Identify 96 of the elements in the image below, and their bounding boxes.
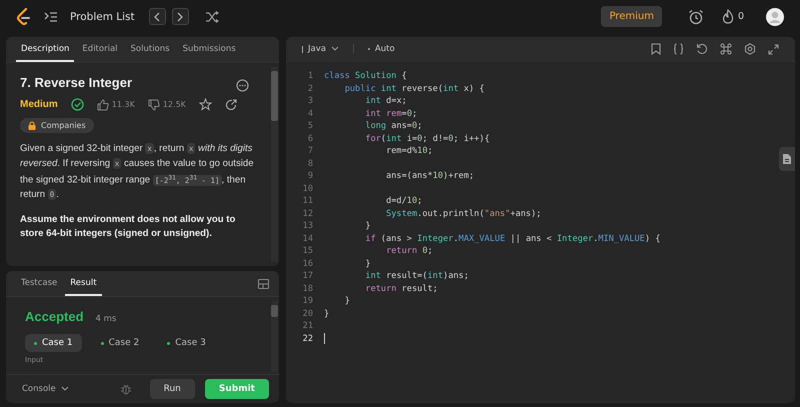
line-number: 4 xyxy=(306,108,313,119)
case-tab[interactable]: Case 2 xyxy=(92,334,148,352)
code-line: d=d/10; xyxy=(385,196,422,206)
code-line: } xyxy=(364,258,371,269)
code-line: int rem=0; xyxy=(364,108,418,119)
code-line: ans=(ans*10)+rem; xyxy=(385,171,474,182)
case-tab[interactable]: Case 3 xyxy=(158,334,215,352)
line-number: 19 xyxy=(302,296,313,306)
dislike-count: 12.5K xyxy=(162,100,186,109)
shuffle-icon[interactable] xyxy=(204,10,219,22)
more-options-icon[interactable] xyxy=(236,79,249,92)
command-key-icon[interactable] xyxy=(720,43,732,55)
code-line: long ans=0; xyxy=(364,121,422,132)
code-line: } xyxy=(344,296,350,306)
document-icon xyxy=(782,153,792,165)
reset-icon[interactable] xyxy=(696,43,708,55)
line-number: 21 xyxy=(302,321,313,332)
line-number: 13 xyxy=(302,221,313,232)
line-number: 14 xyxy=(302,234,313,244)
premium-button[interactable]: Premium xyxy=(601,6,662,27)
previous-button[interactable] xyxy=(148,8,166,25)
star-icon[interactable] xyxy=(198,98,212,111)
language-select[interactable]: Java xyxy=(298,44,343,54)
code-line: } xyxy=(364,221,371,232)
code-line: if (ans > Integer.MAX_VALUE || ans < Integer.MIN_VALUE) { xyxy=(364,234,660,244)
panel-tab[interactable]: Solutions xyxy=(126,37,175,62)
bug-icon[interactable] xyxy=(120,383,132,395)
layout-icon[interactable] xyxy=(258,278,269,288)
braces-icon[interactable] xyxy=(673,43,684,55)
list-icon[interactable] xyxy=(44,10,58,22)
thumbs-up-icon[interactable] xyxy=(96,98,109,110)
line-number: 17 xyxy=(302,271,313,282)
streak-count: 0 xyxy=(738,11,744,22)
auto-mode-toggle[interactable]: Auto xyxy=(364,44,399,54)
code-line: int result=(int)ans; xyxy=(364,271,469,282)
bookmark-icon[interactable] xyxy=(651,43,661,55)
line-number: 1 xyxy=(306,71,313,82)
panel-tab[interactable]: Result xyxy=(65,271,102,296)
avatar-icon[interactable] xyxy=(766,8,784,26)
panel-tab[interactable]: Description xyxy=(16,37,74,62)
scrollbar[interactable] xyxy=(271,67,278,262)
panel-tab[interactable]: Submissions xyxy=(178,37,241,62)
code-line: return result; xyxy=(364,284,438,294)
run-button[interactable]: Run xyxy=(150,379,195,399)
like-count: 11.3K xyxy=(112,100,135,109)
thumbs-down-icon[interactable] xyxy=(148,98,160,110)
panel-tab[interactable]: Editorial xyxy=(77,37,123,62)
line-number: 8 xyxy=(306,158,313,169)
line-number: 6 xyxy=(306,134,313,144)
line-number: 22 xyxy=(302,334,313,344)
line-number: 9 xyxy=(306,171,313,182)
code-line: System.out.println("ans"+ans); xyxy=(385,208,542,219)
code-line: rem=d%10; xyxy=(385,146,433,156)
chevron-down-icon xyxy=(60,386,69,392)
next-button[interactable] xyxy=(172,8,189,25)
line-number: 16 xyxy=(302,258,313,269)
expand-icon[interactable] xyxy=(768,44,779,54)
line-number: 15 xyxy=(302,246,313,256)
chevron-down-icon xyxy=(330,46,339,52)
chevron-left-icon xyxy=(153,12,162,22)
case-tab[interactable]: Case 1 xyxy=(25,334,82,352)
line-number: 10 xyxy=(302,184,313,194)
line-number: 5 xyxy=(306,121,313,132)
solved-check-icon xyxy=(70,98,84,111)
text-cursor xyxy=(324,333,325,344)
logo-icon[interactable] xyxy=(16,8,32,26)
line-number: 7 xyxy=(306,146,313,156)
result-status: Accepted xyxy=(25,309,84,324)
alarm-clock-icon[interactable] xyxy=(688,8,704,24)
constraint-note: Assume the environment does not allow you to store 64-bit integers (signed or unsigned). xyxy=(20,212,236,241)
scrollbar[interactable] xyxy=(271,301,278,372)
settings-icon[interactable] xyxy=(744,43,756,55)
code-line: int d=x; xyxy=(364,96,407,106)
companies-tag[interactable]: Companies xyxy=(20,118,94,133)
chevron-right-icon xyxy=(176,12,184,22)
share-icon[interactable] xyxy=(224,98,237,110)
difficulty-label: Medium xyxy=(20,99,58,110)
line-number: 18 xyxy=(302,284,313,294)
line-number: 3 xyxy=(306,96,313,106)
line-number: 2 xyxy=(306,84,313,94)
code-line: return 0; xyxy=(385,246,433,256)
code-line: } xyxy=(324,308,330,319)
problem-list-link[interactable]: Problem List xyxy=(70,10,135,22)
lock-icon xyxy=(28,121,36,130)
flame-icon[interactable] xyxy=(722,9,734,24)
line-number: 11 xyxy=(302,196,313,206)
problem-title: 7. Reverse Integer xyxy=(20,75,132,90)
line-number: 12 xyxy=(302,208,313,219)
notes-tab[interactable] xyxy=(779,147,795,171)
console-toggle[interactable]: Console xyxy=(22,384,69,394)
line-number: 20 xyxy=(302,308,313,319)
code-line: public int reverse(int x) { xyxy=(344,84,484,94)
panel-tab[interactable]: Testcase xyxy=(16,271,62,296)
code-line: for(int i=0; d!=0; i++){ xyxy=(364,134,490,144)
code-line: class Solution { xyxy=(324,71,407,82)
runtime-label: 4 ms xyxy=(96,314,116,324)
